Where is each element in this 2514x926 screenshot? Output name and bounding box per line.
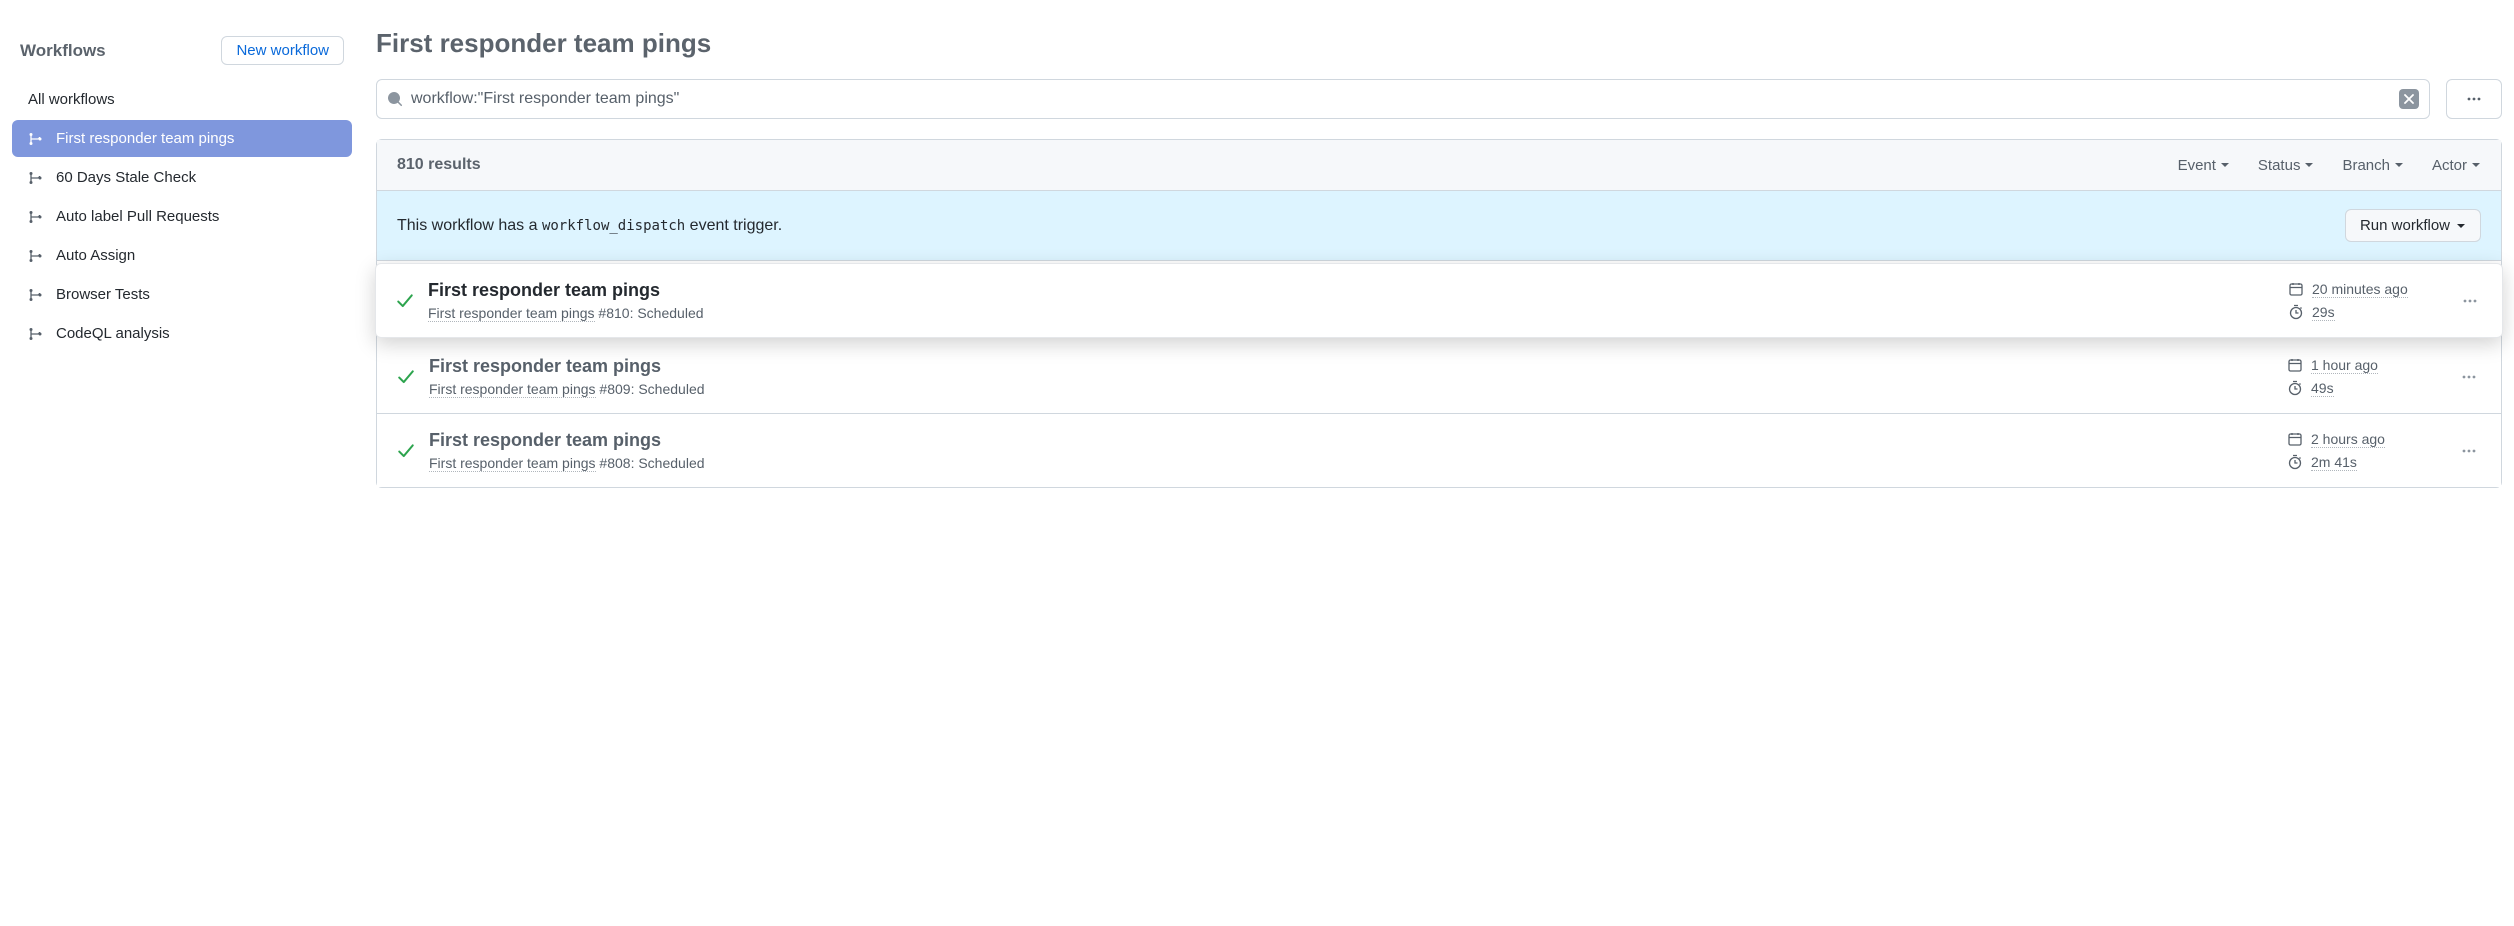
- run-meta: 2 hours ago 2m 41s: [2287, 431, 2437, 471]
- calendar-icon: [2287, 357, 2303, 373]
- run-row[interactable]: First responder team pingsFirst responde…: [377, 340, 2501, 414]
- sidebar-item[interactable]: 60 Days Stale Check: [12, 159, 352, 196]
- success-check-icon: [397, 442, 415, 460]
- calendar-icon: [2288, 281, 2304, 297]
- sidebar-item[interactable]: Auto Assign: [12, 237, 352, 274]
- run-options-button[interactable]: [2457, 439, 2481, 463]
- dispatch-bar: This workflow has a workflow_dispatch ev…: [377, 191, 2501, 261]
- run-main: First responder team pingsFirst responde…: [429, 356, 2287, 397]
- filter-status[interactable]: Status: [2258, 157, 2315, 174]
- calendar-icon: [2287, 431, 2303, 447]
- search-input[interactable]: [403, 90, 2399, 108]
- search-icon: [387, 91, 403, 107]
- results-box: 810 results Event Status Branch Actor Th…: [376, 139, 2502, 488]
- workflow-icon: [28, 248, 44, 264]
- run-main: First responder team pingsFirst responde…: [429, 430, 2287, 471]
- run-subtitle: First responder team pings #809: Schedul…: [429, 381, 2287, 397]
- clear-search-button[interactable]: [2399, 89, 2419, 109]
- run-duration: 29s: [2288, 304, 2438, 321]
- sidebar-item-all-workflows[interactable]: All workflows: [12, 81, 352, 118]
- main: First responder team pings 810 results E…: [376, 12, 2502, 488]
- filter-actor[interactable]: Actor: [2432, 157, 2481, 174]
- sidebar-item-label: Auto label Pull Requests: [56, 208, 219, 225]
- sidebar-item[interactable]: First responder team pings: [12, 120, 352, 157]
- run-time: 20 minutes ago: [2288, 281, 2438, 298]
- sidebar-item[interactable]: CodeQL analysis: [12, 315, 352, 352]
- run-row[interactable]: First responder team pingsFirst responde…: [377, 414, 2501, 487]
- sidebar-item-label: 60 Days Stale Check: [56, 169, 196, 186]
- run-title[interactable]: First responder team pings: [429, 430, 2287, 451]
- stopwatch-icon: [2287, 380, 2303, 396]
- page-title: First responder team pings: [376, 28, 2502, 59]
- run-subtitle: First responder team pings #808: Schedul…: [429, 455, 2287, 471]
- run-title[interactable]: First responder team pings: [428, 280, 2288, 301]
- sidebar-title: Workflows: [20, 41, 106, 61]
- success-check-icon: [396, 292, 414, 310]
- run-meta: 20 minutes ago 29s: [2288, 281, 2438, 321]
- filter-event[interactable]: Event: [2178, 157, 2230, 174]
- sidebar-item-label: All workflows: [28, 91, 115, 108]
- workflow-icon: [28, 287, 44, 303]
- results-header: 810 results Event Status Branch Actor: [377, 140, 2501, 191]
- run-options-button[interactable]: [2457, 365, 2481, 389]
- workflow-icon: [28, 209, 44, 225]
- sidebar-item[interactable]: Browser Tests: [12, 276, 352, 313]
- stopwatch-icon: [2288, 304, 2304, 320]
- run-row[interactable]: First responder team pingsFirst responde…: [375, 263, 2503, 338]
- stopwatch-icon: [2287, 454, 2303, 470]
- results-count: 810 results: [397, 156, 481, 174]
- run-duration: 2m 41s: [2287, 454, 2437, 471]
- run-time: 2 hours ago: [2287, 431, 2437, 448]
- success-check-icon: [397, 368, 415, 386]
- run-workflow-button[interactable]: Run workflow: [2345, 209, 2481, 242]
- workflow-icon: [28, 326, 44, 342]
- run-meta: 1 hour ago 49s: [2287, 357, 2437, 397]
- filter-branch[interactable]: Branch: [2342, 157, 2404, 174]
- sidebar: Workflows New workflow All workflows Fir…: [12, 12, 352, 488]
- run-workflow-name[interactable]: First responder team pings: [429, 381, 596, 398]
- run-workflow-name[interactable]: First responder team pings: [428, 305, 595, 322]
- run-subtitle: First responder team pings #810: Schedul…: [428, 305, 2288, 321]
- sidebar-item-label: CodeQL analysis: [56, 325, 170, 342]
- new-workflow-button[interactable]: New workflow: [221, 36, 344, 65]
- workflow-icon: [28, 170, 44, 186]
- run-main: First responder team pingsFirst responde…: [428, 280, 2288, 321]
- workflow-icon: [28, 131, 44, 147]
- run-workflow-name[interactable]: First responder team pings: [429, 455, 596, 472]
- sidebar-item[interactable]: Auto label Pull Requests: [12, 198, 352, 235]
- sidebar-item-label: First responder team pings: [56, 130, 234, 147]
- run-title[interactable]: First responder team pings: [429, 356, 2287, 377]
- run-duration: 49s: [2287, 380, 2437, 397]
- run-options-button[interactable]: [2458, 289, 2482, 313]
- search-box[interactable]: [376, 79, 2430, 119]
- sidebar-item-label: Browser Tests: [56, 286, 150, 303]
- run-time: 1 hour ago: [2287, 357, 2437, 374]
- sidebar-item-label: Auto Assign: [56, 247, 135, 264]
- workflow-options-button[interactable]: [2446, 79, 2502, 119]
- dispatch-text: This workflow has a workflow_dispatch ev…: [397, 217, 782, 235]
